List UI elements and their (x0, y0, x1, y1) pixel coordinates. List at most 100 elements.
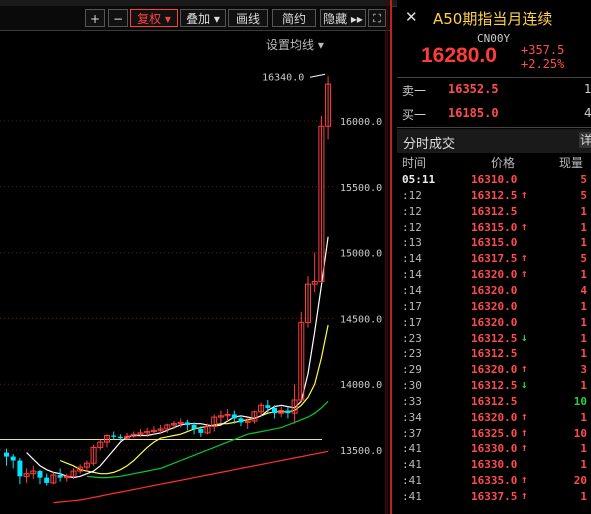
trade-time: :14 (402, 252, 422, 266)
arrow-up-icon: ↑ (521, 219, 528, 233)
trade-time: :12 (402, 204, 422, 218)
trade-volume: 1 (580, 379, 587, 393)
quote-panel: ✕ A50期指当月连续 CN00Y 16280.0 +357.5 +2.25% … (397, 0, 591, 514)
candle-body (117, 436, 123, 439)
trade-price: 16335.0 (471, 474, 518, 488)
trade-price: 16330.0 (471, 458, 518, 472)
trade-volume: 5 (580, 173, 587, 186)
bid-label: 买一 (402, 108, 427, 122)
candle-body (272, 407, 277, 414)
price-tick-label: 14500.0 (340, 314, 382, 325)
trade-volume: 10 (573, 394, 587, 408)
trade-row: :13 16315.0 1 (397, 235, 591, 251)
candle-body (57, 475, 63, 478)
candlestick-chart[interactable]: 16000.0 15500.0 15000.0 14500.0 14000.0 13500… (0, 31, 386, 514)
ask-label: 卖一 (402, 84, 427, 98)
draw-line-button[interactable]: 画线 (228, 9, 268, 27)
trade-volume: 1 (580, 490, 587, 503)
candle-body (191, 424, 197, 429)
trade-row: :12 16312.5 ↑ 5 (397, 188, 591, 204)
hide-panel-button[interactable]: 隐藏 ▸▸ (320, 9, 366, 27)
trade-volume: 1 (580, 236, 587, 250)
overlay-dropdown[interactable]: 叠加 ▾ (180, 9, 226, 27)
trade-price: 16320.0 (471, 410, 518, 424)
trade-price: 16320.0 (471, 363, 518, 377)
trade-time: :41 (402, 490, 422, 503)
trade-volume: 10 (573, 426, 587, 440)
candle-body (111, 435, 117, 437)
arrow-up-icon: ↑ (521, 441, 528, 455)
trade-time: :14 (402, 268, 422, 282)
trade-price: 16320.0 (471, 299, 518, 313)
trade-volume: 5 (580, 188, 587, 202)
arrow-up-icon: ↑ (521, 489, 528, 502)
tab-time-and-sales[interactable]: 分时成交 (403, 133, 455, 152)
col-header-time: 时间 (402, 156, 427, 170)
annotation-arrow (310, 73, 326, 78)
candle-body (44, 477, 50, 483)
simple-view-button[interactable]: 简约 (272, 9, 316, 27)
trade-row: :30 16312.5 ↓ 1 (397, 378, 591, 394)
zoom-out-button[interactable]: − (108, 9, 128, 27)
trade-price: 16330.0 (471, 442, 518, 456)
candle-body (10, 456, 16, 461)
fullscreen-icon[interactable]: ⛶ (368, 9, 386, 27)
trade-time: :12 (402, 220, 422, 234)
trade-row: :41 16330.0 ↑ 1 (397, 441, 591, 457)
candle-body (17, 460, 23, 477)
trade-price: 16312.5 (471, 204, 518, 218)
trade-row: :41 16330.0 1 (397, 457, 591, 473)
col-header-volume: 现量 (559, 156, 584, 170)
trade-time: :13 (402, 236, 422, 250)
divider (397, 127, 591, 128)
price-tick-label: 13500.0 (340, 446, 382, 457)
panel-divider (390, 0, 392, 514)
trade-volume: 1 (580, 268, 587, 282)
detail-button[interactable]: 详 (579, 132, 591, 148)
trade-row: :12 16315.0 ↑ 1 (397, 220, 591, 236)
trade-volume: 1 (580, 204, 587, 218)
trade-row: :29 16320.0 ↑ 3 (397, 362, 591, 378)
divider (397, 77, 591, 78)
trade-time: :41 (402, 458, 422, 472)
trade-row: 05:11 16310.0 5 (397, 172, 591, 188)
change-percent: +2.25% (521, 57, 565, 71)
candle-body (198, 428, 204, 433)
arrow-up-icon: ↑ (521, 362, 528, 376)
trade-row: :14 16320.0 ↑ 1 (397, 267, 591, 283)
trade-price: 16317.5 (471, 252, 518, 266)
arrow-up-icon: ↑ (521, 187, 528, 201)
trade-volume: 1 (580, 410, 587, 424)
price-tick-label: 14000.0 (340, 380, 382, 391)
fuquan-dropdown[interactable]: 复权 ▾ (130, 9, 178, 27)
trade-time: :12 (402, 188, 422, 202)
trade-row: :41 16337.5 ↑ 1 (397, 489, 591, 505)
candle-body (285, 410, 291, 414)
trade-row: :41 16335.0 ↑ 20 (397, 473, 591, 489)
trade-price: 16337.5 (471, 490, 518, 503)
trades-tab-header: 分时成交 详 (397, 129, 591, 153)
trade-price: 16312.5 (471, 379, 518, 393)
high-price-annotation: 16340.0 (262, 72, 304, 83)
trade-time: :23 (402, 331, 422, 345)
bid-price: 16185.0 (448, 106, 499, 120)
trade-row: :14 16320.0 4 (397, 283, 591, 299)
chart-toolbar: + − 复权 ▾ 叠加 ▾ 画线 简约 隐藏 ▸▸ ⛶ (0, 6, 390, 31)
trade-time: :17 (402, 299, 422, 313)
ask-qty: 1 (584, 82, 591, 96)
arrow-down-icon: ↓ (521, 330, 528, 344)
change-value: +357.5 (521, 43, 565, 57)
trade-time: :41 (402, 474, 422, 488)
trade-volume: 1 (580, 442, 587, 456)
trade-time: :37 (402, 426, 422, 440)
trade-volume: 4 (580, 283, 587, 297)
ask-price: 16352.5 (448, 82, 499, 96)
price-tick-label: 15500.0 (340, 183, 382, 194)
trade-row: :17 16320.0 1 (397, 299, 591, 315)
instrument-title: A50期指当月连续 (433, 10, 553, 28)
candle-body (265, 405, 271, 408)
trade-time: :41 (402, 442, 422, 456)
price-tick-label: 16000.0 (340, 117, 382, 128)
zoom-in-button[interactable]: + (85, 9, 105, 27)
close-icon[interactable]: ✕ (405, 10, 418, 25)
